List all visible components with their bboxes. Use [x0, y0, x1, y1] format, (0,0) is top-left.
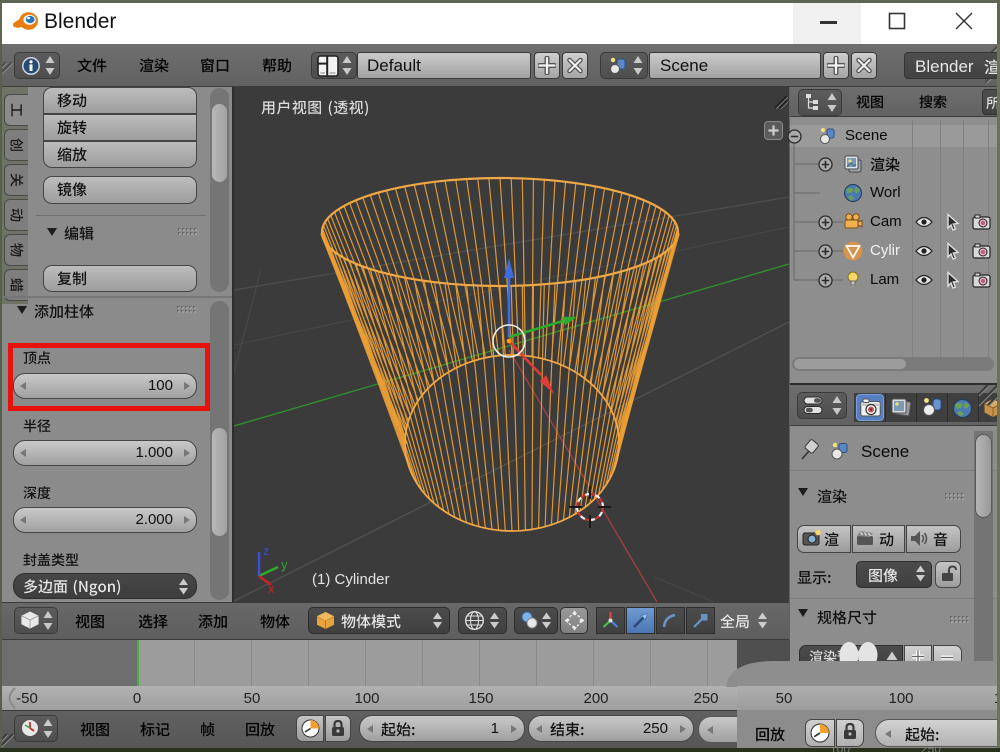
svg-text:x: x	[268, 581, 275, 596]
svg-text:z: z	[263, 544, 269, 558]
svg-text:y: y	[281, 557, 288, 572]
